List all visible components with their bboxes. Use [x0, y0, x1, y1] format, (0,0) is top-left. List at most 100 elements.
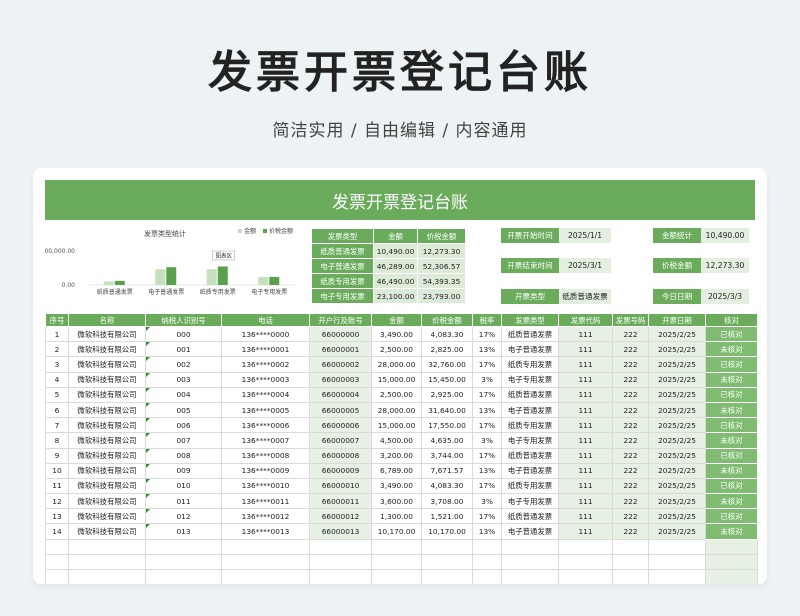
table-cell[interactable]: 136****0003: [221, 371, 310, 388]
table-cell[interactable]: 004: [145, 386, 222, 403]
empty-cell[interactable]: [145, 568, 222, 584]
table-cell[interactable]: 31,640.00: [421, 401, 473, 419]
table-cell[interactable]: 3: [45, 356, 69, 373]
table-cell[interactable]: 微软科技有限公司: [68, 325, 146, 343]
table-cell[interactable]: 222: [612, 462, 649, 479]
empty-cell[interactable]: [45, 553, 69, 571]
status-cell[interactable]: 未核对: [705, 462, 758, 479]
table-cell[interactable]: 微软科技有限公司: [68, 477, 146, 495]
table-cell[interactable]: 222: [612, 341, 649, 358]
table-cell[interactable]: 2,825.00: [421, 341, 473, 358]
table-cell[interactable]: 4,500.00: [371, 432, 422, 449]
table-cell[interactable]: 222: [612, 417, 649, 434]
table-cell[interactable]: 17%: [472, 386, 502, 403]
table-cell[interactable]: 2025/2/25: [648, 508, 706, 525]
status-cell[interactable]: 已核对: [705, 447, 758, 464]
empty-cell[interactable]: [371, 553, 422, 571]
empty-cell[interactable]: [501, 568, 559, 584]
table-cell[interactable]: 136****0011: [221, 493, 310, 510]
table-cell[interactable]: 222: [612, 356, 649, 373]
empty-cell[interactable]: [68, 568, 146, 584]
table-cell[interactable]: 010: [145, 477, 222, 495]
info-amount-value[interactable]: 10,490.00: [701, 228, 749, 243]
empty-cell[interactable]: [45, 538, 69, 555]
info-tax-value[interactable]: 12,273.30: [701, 258, 749, 273]
table-cell[interactable]: 电子专用发票: [501, 371, 559, 388]
empty-cell[interactable]: [221, 568, 310, 584]
table-cell[interactable]: 7,671.57: [421, 462, 473, 479]
status-cell[interactable]: 已核对: [705, 508, 758, 525]
column-header[interactable]: 纳税人识别号: [145, 313, 222, 327]
table-cell[interactable]: 3,600.00: [371, 493, 422, 510]
empty-cell[interactable]: [612, 538, 649, 555]
table-cell[interactable]: 111: [558, 401, 613, 419]
table-cell[interactable]: 2,500.00: [371, 341, 422, 358]
column-header[interactable]: 发票代码: [558, 313, 613, 327]
table-cell[interactable]: 28,000.00: [371, 356, 422, 373]
table-cell[interactable]: 10,170.00: [371, 523, 422, 540]
table-cell[interactable]: 电子普通发票: [501, 462, 559, 479]
table-cell[interactable]: 111: [558, 356, 613, 373]
status-cell[interactable]: 未核对: [705, 523, 758, 540]
table-cell[interactable]: 电子普通发票: [501, 401, 559, 419]
table-cell[interactable]: 12: [45, 493, 69, 510]
table-cell[interactable]: 66000013: [309, 523, 372, 540]
table-cell[interactable]: 微软科技有限公司: [68, 356, 146, 373]
table-cell[interactable]: 111: [558, 462, 613, 479]
table-cell[interactable]: 3,490.00: [371, 325, 422, 343]
table-cell[interactable]: 111: [558, 417, 613, 434]
table-cell[interactable]: 002: [145, 356, 222, 373]
table-cell[interactable]: 111: [558, 493, 613, 510]
table-cell[interactable]: 2025/2/25: [648, 477, 706, 495]
table-cell[interactable]: 13%: [472, 401, 502, 419]
table-cell[interactable]: 纸质专用发票: [501, 356, 559, 373]
table-cell[interactable]: 222: [612, 508, 649, 525]
empty-cell[interactable]: [705, 553, 758, 571]
status-cell[interactable]: 已核对: [705, 477, 758, 495]
info-end-value[interactable]: 2025/3/1: [559, 258, 611, 273]
empty-cell[interactable]: [221, 553, 310, 571]
table-cell[interactable]: 2: [45, 341, 69, 358]
status-cell[interactable]: 已核对: [705, 356, 758, 373]
table-cell[interactable]: 纸质普通发票: [501, 386, 559, 403]
empty-cell[interactable]: [421, 553, 473, 571]
table-cell[interactable]: 纸质专用发票: [501, 477, 559, 495]
table-cell[interactable]: 17,550.00: [421, 417, 473, 434]
table-cell[interactable]: 66000012: [309, 508, 372, 525]
empty-cell[interactable]: [612, 553, 649, 571]
table-cell[interactable]: 66000005: [309, 401, 372, 419]
table-cell[interactable]: 微软科技有限公司: [68, 341, 146, 358]
table-cell[interactable]: 222: [612, 371, 649, 388]
column-header[interactable]: 发票类型: [501, 313, 559, 327]
table-cell[interactable]: 136****0002: [221, 356, 310, 373]
empty-cell[interactable]: [145, 553, 222, 571]
table-cell[interactable]: 009: [145, 462, 222, 479]
column-header[interactable]: 核对: [705, 313, 758, 327]
table-cell[interactable]: 111: [558, 523, 613, 540]
status-cell[interactable]: 已核对: [705, 417, 758, 434]
table-cell[interactable]: 微软科技有限公司: [68, 523, 146, 540]
summary-type-cell[interactable]: 纸质普通发票: [311, 243, 374, 259]
table-cell[interactable]: 纸质普通发票: [501, 325, 559, 343]
table-cell[interactable]: 纸质普通发票: [501, 508, 559, 525]
empty-cell[interactable]: [558, 538, 613, 555]
table-cell[interactable]: 微软科技有限公司: [68, 417, 146, 434]
empty-cell[interactable]: [612, 568, 649, 584]
table-cell[interactable]: 003: [145, 371, 222, 388]
table-cell[interactable]: 2025/2/25: [648, 447, 706, 464]
table-cell[interactable]: 2025/2/25: [648, 417, 706, 434]
empty-cell[interactable]: [421, 538, 473, 555]
table-cell[interactable]: 011: [145, 493, 222, 510]
summary-type-cell[interactable]: 纸质专用发票: [311, 273, 374, 289]
summary-type-cell[interactable]: 电子专用发票: [311, 288, 374, 304]
table-cell[interactable]: 136****0005: [221, 401, 310, 419]
table-cell[interactable]: 222: [612, 401, 649, 419]
table-cell[interactable]: 222: [612, 386, 649, 403]
status-cell[interactable]: 未核对: [705, 371, 758, 388]
table-cell[interactable]: 136****0001: [221, 341, 310, 358]
table-cell[interactable]: 012: [145, 508, 222, 525]
table-cell[interactable]: 136****0009: [221, 462, 310, 479]
table-cell[interactable]: 13%: [472, 341, 502, 358]
summary-type-cell[interactable]: 电子普通发票: [311, 258, 374, 274]
table-cell[interactable]: 3,744.00: [421, 447, 473, 464]
